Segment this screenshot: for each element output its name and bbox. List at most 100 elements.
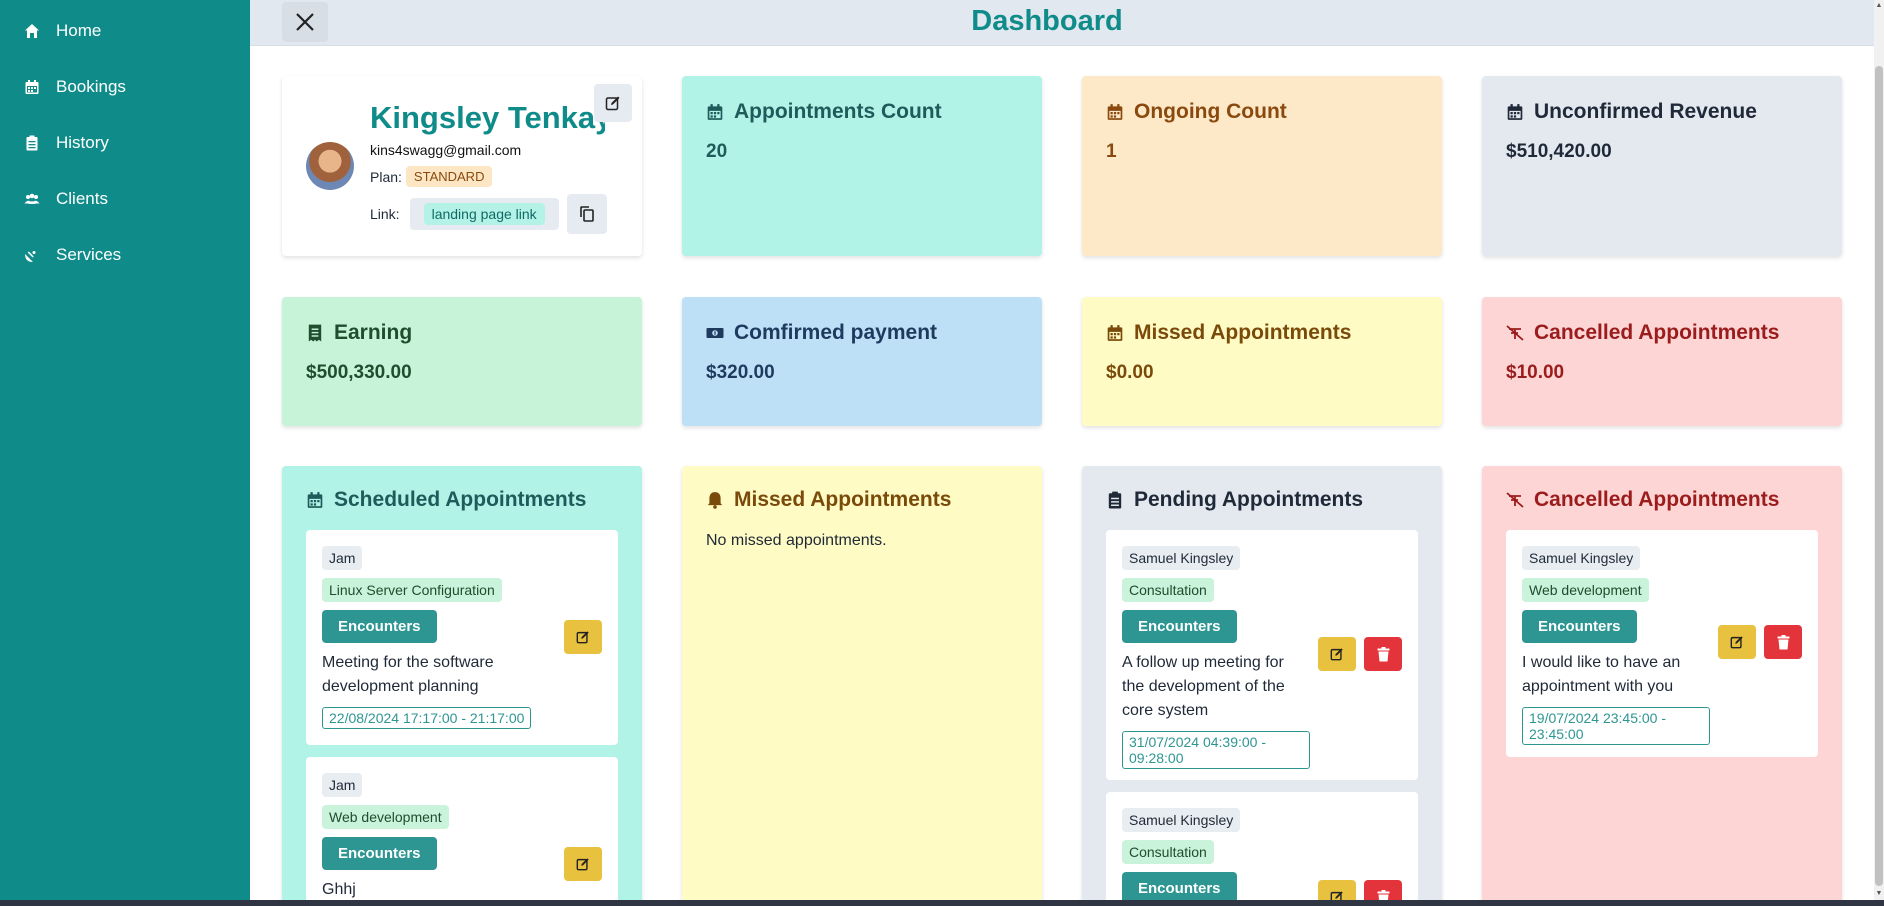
- plan-badge: STANDARD: [405, 166, 493, 187]
- sidebar-item-label: Clients: [56, 189, 108, 208]
- link-label: Link:: [370, 206, 400, 222]
- cancelled-appointments-card: Cancelled Appointments $10.00: [1482, 297, 1842, 426]
- edit-appointment-button[interactable]: [564, 847, 602, 881]
- service-tag: Web development: [322, 805, 449, 829]
- landing-page-link-container: landing page link: [409, 198, 559, 230]
- edit-icon: [1730, 636, 1743, 649]
- edit-appointment-button[interactable]: [1318, 637, 1356, 671]
- appointment-card: Samuel Kingsley Consultation Encounters …: [1106, 530, 1418, 780]
- window-bottom-edge: [0, 900, 1884, 906]
- calendar-icon: [25, 80, 39, 94]
- trash-icon: [1377, 646, 1389, 661]
- ongoing-count-title: Ongoing Count: [1106, 100, 1418, 124]
- missed-appointments-label: Missed Appointments: [1134, 321, 1352, 344]
- ongoing-count-label: Ongoing Count: [1134, 100, 1287, 123]
- service-tag: Web development: [1522, 578, 1649, 602]
- appointment-actions: [1718, 625, 1802, 659]
- sidebar: Home Bookings History Clients Services: [0, 0, 250, 900]
- missed-appointments-card: Missed Appointments $0.00: [1082, 297, 1442, 426]
- clipboard-icon: [26, 135, 38, 151]
- client-tag: Jam: [322, 773, 363, 797]
- appointment-time: 22/08/2024 17:17:00 - 21:17:00: [322, 707, 532, 729]
- cancelled-appointments-column: Cancelled Appointments Samuel Kingsley W…: [1482, 466, 1842, 906]
- appointment-time: 31/07/2024 04:39:00 - 09:28:00: [1122, 731, 1310, 769]
- edit-profile-button[interactable]: [594, 84, 632, 122]
- client-tag: Samuel Kingsley: [1522, 546, 1641, 570]
- sidebar-item-label: Services: [56, 245, 122, 264]
- appointment-card: Samuel Kingsley Web development Encounte…: [1506, 530, 1818, 757]
- plan-label: Plan:: [370, 168, 402, 185]
- edit-icon: [576, 858, 589, 871]
- money-bill-icon: [706, 328, 724, 338]
- sidebar-item-home[interactable]: Home: [0, 3, 250, 59]
- appointment-description: Meeting for the software development pla…: [322, 654, 494, 695]
- appointment-description: A follow up meeting for the development …: [1122, 654, 1285, 719]
- copy-icon: [579, 206, 594, 222]
- missed-appointments-column-title: Missed Appointments: [706, 488, 1018, 512]
- encounters-button[interactable]: Encounters: [322, 837, 437, 870]
- edit-icon: [576, 631, 589, 644]
- edit-appointment-button[interactable]: [1718, 625, 1756, 659]
- earning-card: Earning $500,330.00: [282, 297, 642, 426]
- appointments-count-label: Appointments Count: [734, 100, 942, 123]
- unconfirmed-revenue-title: Unconfirmed Revenue: [1506, 100, 1818, 124]
- trash-icon: [1777, 634, 1789, 649]
- unconfirmed-revenue-card: Unconfirmed Revenue $510,420.00: [1482, 76, 1842, 256]
- satellite-dish-icon: [25, 251, 36, 262]
- missed-appointments-title: Missed Appointments: [1106, 321, 1418, 345]
- encounters-button[interactable]: Encounters: [322, 610, 437, 643]
- calendar-icon: [707, 104, 723, 120]
- calendar-icon: [1507, 104, 1523, 120]
- appointments-count-title: Appointments Count: [706, 100, 1018, 124]
- sidebar-item-label: History: [56, 133, 109, 152]
- earning-title: Earning: [306, 321, 618, 345]
- sidebar-item-services[interactable]: Services: [0, 227, 250, 283]
- appointment-time: 19/07/2024 23:45:00 - 23:45:00: [1522, 707, 1710, 745]
- profile-email: kins4swagg@gmail.com: [370, 142, 522, 158]
- earning-label: Earning: [334, 321, 413, 344]
- page-title: Dashboard: [971, 5, 1123, 37]
- cancelled-appointments-column-title: Cancelled Appointments: [1506, 488, 1818, 512]
- scroll-up-arrow-icon[interactable]: ▲: [1875, 2, 1883, 10]
- profile-name: Kingsley Tenkay: [370, 100, 605, 135]
- home-icon: [25, 24, 39, 38]
- sidebar-item-history[interactable]: History: [0, 115, 250, 171]
- missed-appointments-column-label: Missed Appointments: [734, 488, 952, 511]
- scroll-down-arrow-icon[interactable]: ▼: [1875, 890, 1883, 898]
- delete-appointment-button[interactable]: [1364, 637, 1402, 671]
- sidebar-item-label: Bookings: [56, 77, 126, 96]
- plan-row: Plan: STANDARD: [370, 166, 493, 187]
- pending-appointments-title: Pending Appointments: [1106, 488, 1418, 512]
- profile-card: Kingsley Tenkay kins4swagg@gmail.com Pla…: [282, 76, 642, 256]
- landing-page-link[interactable]: landing page link: [423, 203, 545, 225]
- avatar: [306, 142, 354, 190]
- delete-appointment-button[interactable]: [1764, 625, 1802, 659]
- client-tag: Samuel Kingsley: [1122, 808, 1241, 832]
- calendar-icon: [1107, 325, 1123, 341]
- sidebar-item-label: Home: [56, 21, 102, 40]
- edit-appointment-button[interactable]: [564, 620, 602, 654]
- encounters-button[interactable]: Encounters: [1522, 610, 1637, 643]
- calendar-icon: [307, 492, 323, 508]
- earning-value: $500,330.00: [306, 362, 412, 383]
- missed-appointments-value: $0.00: [1106, 362, 1154, 383]
- scrollbar-thumb[interactable]: [1875, 66, 1883, 886]
- sidebar-item-clients[interactable]: Clients: [0, 171, 250, 227]
- appointment-card: Samuel Kingsley Consultation Encounters: [1106, 792, 1418, 906]
- confirmed-payment-title: Comfirmed payment: [706, 321, 1018, 345]
- appointments-count-value: 20: [706, 141, 728, 162]
- encounters-button[interactable]: Encounters: [1122, 610, 1237, 643]
- clipboard-icon: [1108, 491, 1122, 509]
- confirmed-payment-value: $320.00: [706, 362, 775, 383]
- appointment-actions: [564, 847, 602, 881]
- unconfirmed-revenue-label: Unconfirmed Revenue: [1534, 100, 1757, 123]
- confirmed-payment-label: Comfirmed payment: [734, 321, 938, 344]
- client-tag: Samuel Kingsley: [1122, 546, 1241, 570]
- unconfirmed-revenue-value: $510,420.00: [1506, 141, 1612, 162]
- sidebar-item-bookings[interactable]: Bookings: [0, 59, 250, 115]
- vertical-scrollbar[interactable]: ▲ ▼: [1874, 0, 1884, 900]
- appointment-actions: [564, 620, 602, 654]
- copy-link-button[interactable]: [566, 194, 607, 234]
- cancelled-appointments-column-label: Cancelled Appointments: [1534, 488, 1780, 511]
- service-tag: Linux Server Configuration: [322, 578, 502, 602]
